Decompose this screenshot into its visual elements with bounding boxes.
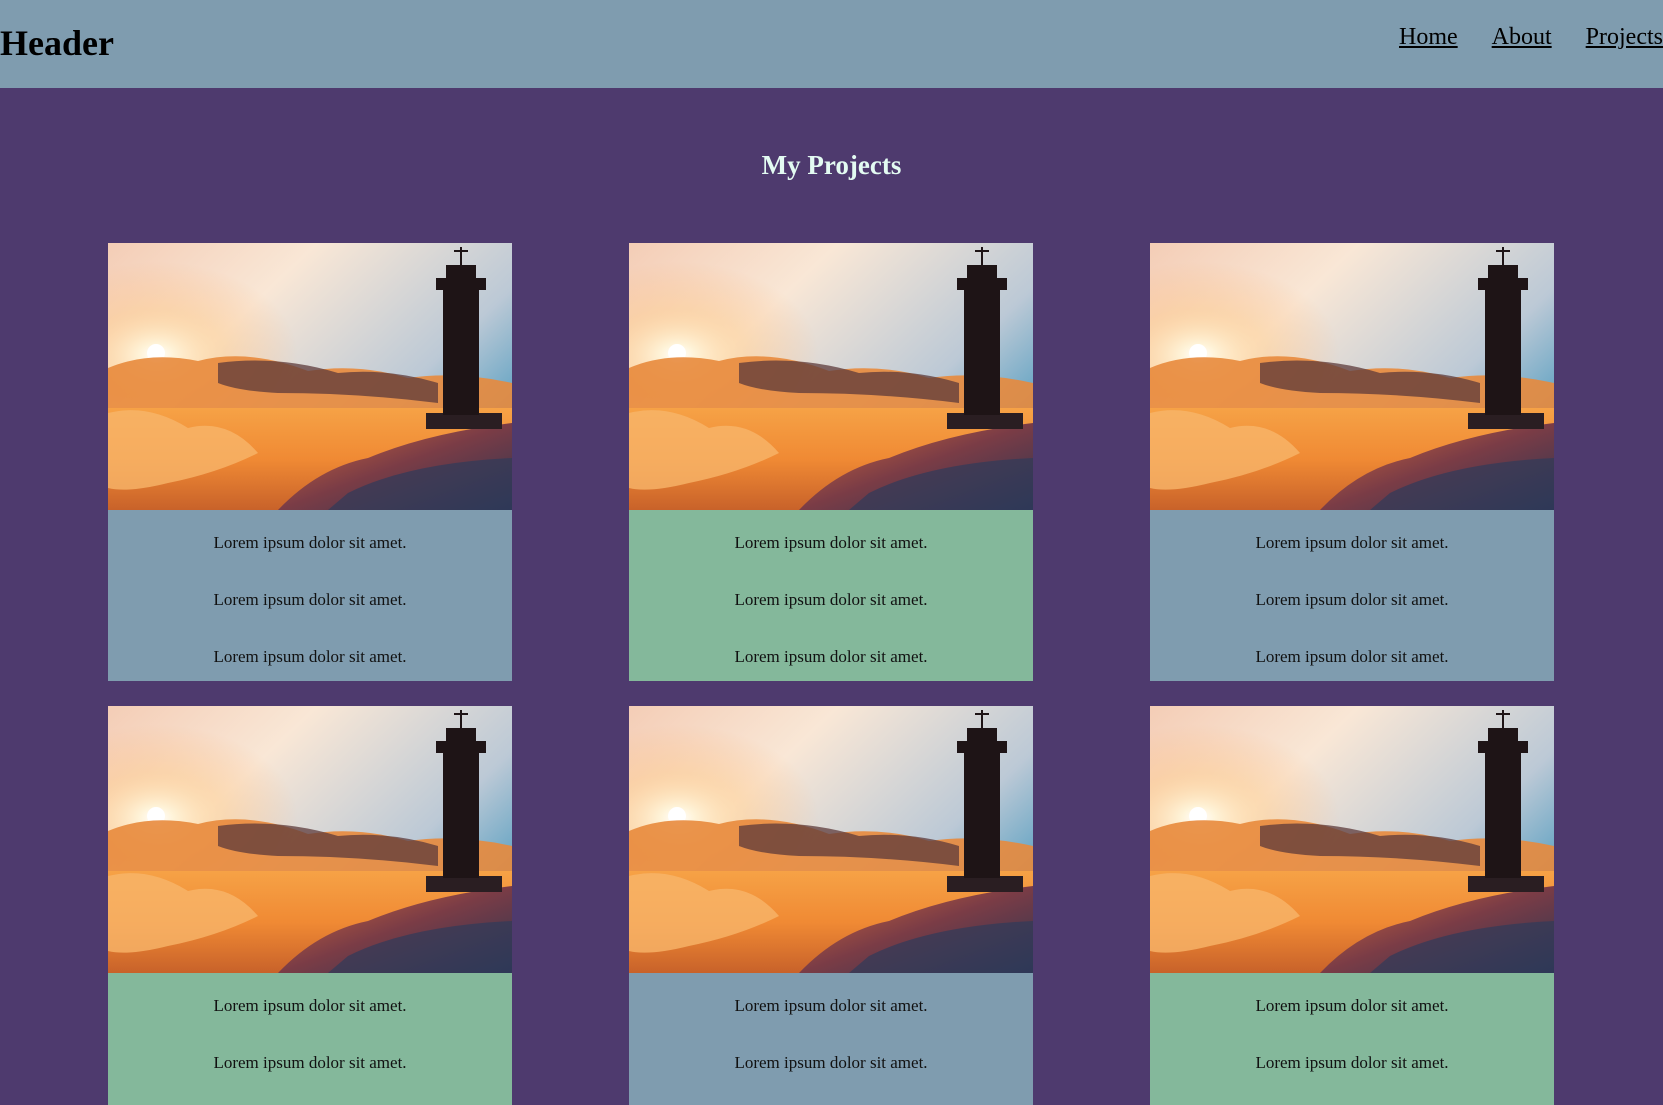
project-card-text: Lorem ipsum dolor sit amet.: [1255, 647, 1449, 666]
project-card-text: Lorem ipsum dolor sit amet.: [734, 647, 928, 666]
project-card[interactable]: Lorem ipsum dolor sit amet. Lorem ipsum …: [629, 706, 1033, 1105]
project-card-text: Lorem ipsum dolor sit amet.: [734, 533, 928, 552]
project-card[interactable]: Lorem ipsum dolor sit amet. Lorem ipsum …: [108, 243, 512, 681]
project-card-text: Lorem ipsum dolor sit amet.: [213, 1053, 407, 1072]
project-card-text: Lorem ipsum dolor sit amet.: [213, 647, 407, 666]
lighthouse-sunset-image: [629, 706, 1033, 973]
project-card-text: Lorem ipsum dolor sit amet.: [213, 533, 407, 552]
project-card-text: Lorem ipsum dolor sit amet.: [1255, 533, 1449, 552]
lighthouse-sunset-image: [1150, 706, 1554, 973]
project-card-text: Lorem ipsum dolor sit amet.: [1255, 1053, 1449, 1072]
project-card-text: Lorem ipsum dolor sit amet.: [1255, 590, 1449, 609]
lighthouse-sunset-image: [1150, 243, 1554, 510]
project-card[interactable]: Lorem ipsum dolor sit amet. Lorem ipsum …: [1150, 706, 1554, 1105]
project-card-text: Lorem ipsum dolor sit amet.: [213, 996, 407, 1015]
project-card-text: Lorem ipsum dolor sit amet.: [1255, 996, 1449, 1015]
project-card[interactable]: Lorem ipsum dolor sit amet. Lorem ipsum …: [108, 706, 512, 1105]
project-card-text: Lorem ipsum dolor sit amet.: [734, 996, 928, 1015]
project-card[interactable]: Lorem ipsum dolor sit amet. Lorem ipsum …: [629, 243, 1033, 681]
project-card[interactable]: Lorem ipsum dolor sit amet. Lorem ipsum …: [1150, 243, 1554, 681]
lighthouse-sunset-image: [629, 243, 1033, 510]
projects-grid: Lorem ipsum dolor sit amet. Lorem ipsum …: [0, 0, 1663, 1105]
lighthouse-sunset-image: [108, 243, 512, 510]
lighthouse-sunset-image: [108, 706, 512, 973]
project-card-text: Lorem ipsum dolor sit amet.: [734, 590, 928, 609]
project-card-text: Lorem ipsum dolor sit amet.: [213, 590, 407, 609]
project-card-text: Lorem ipsum dolor sit amet.: [734, 1053, 928, 1072]
